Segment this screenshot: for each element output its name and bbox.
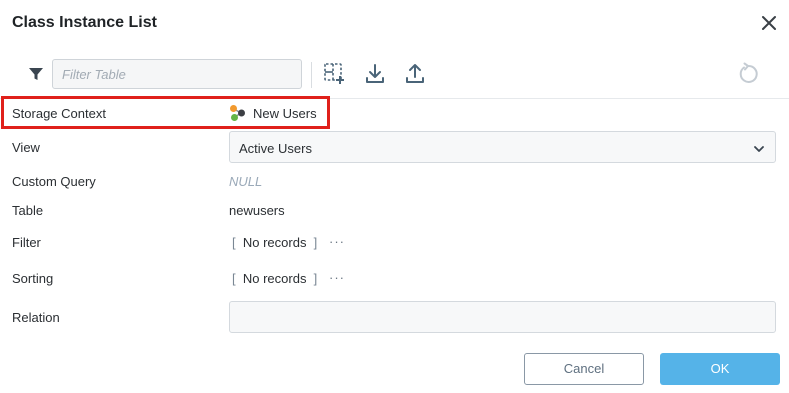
relation-field[interactable] [229, 301, 776, 333]
bracket-close: ] [313, 235, 318, 250]
sorting-more-icon[interactable]: ··· [329, 270, 345, 285]
chevron-down-icon [753, 142, 765, 154]
custom-query-value[interactable]: NULL [229, 174, 262, 189]
filter-records[interactable]: [ No records ] [232, 235, 317, 250]
filter-icon [28, 66, 44, 82]
class-instance-list-dialog: Class Instance List Filter Table Storage… [0, 0, 789, 393]
ok-button[interactable]: OK [660, 353, 780, 385]
filter-label: Filter [12, 235, 41, 250]
filter-more-icon[interactable]: ··· [329, 234, 345, 249]
cancel-button[interactable]: Cancel [524, 353, 644, 385]
dialog-title: Class Instance List [12, 14, 157, 31]
select-columns-icon[interactable] [323, 62, 347, 86]
relation-label: Relation [12, 310, 60, 325]
view-label: View [12, 140, 40, 155]
custom-query-label: Custom Query [12, 174, 96, 189]
table-value: newusers [229, 203, 285, 218]
view-select-value: Active Users [239, 141, 312, 156]
filter-records-text: No records [242, 235, 307, 250]
filter-table-input[interactable] [52, 59, 302, 89]
view-select[interactable]: Active Users [229, 131, 776, 163]
toolbar-divider [311, 62, 312, 88]
bracket-open: [ [232, 235, 236, 250]
sorting-records[interactable]: [ No records ] [232, 271, 317, 286]
refresh-icon[interactable] [736, 62, 760, 86]
table-label: Table [12, 203, 44, 218]
download-icon[interactable] [363, 62, 387, 86]
bracket-open: [ [232, 271, 236, 286]
bracket-close: ] [313, 271, 318, 286]
storage-context-highlight [1, 96, 330, 129]
sorting-records-text: No records [242, 271, 307, 286]
sorting-label: Sorting [12, 271, 54, 286]
upload-icon[interactable] [403, 62, 427, 86]
close-icon[interactable] [759, 13, 779, 33]
